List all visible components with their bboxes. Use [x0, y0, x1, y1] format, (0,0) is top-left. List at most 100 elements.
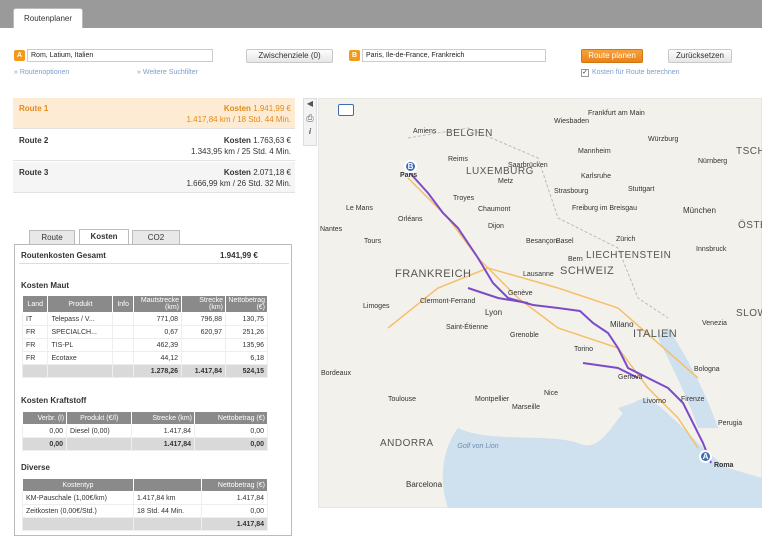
- total-costs-value: 1.941,99 €: [220, 251, 258, 260]
- route-map[interactable]: BELGIEN LUXEMBURG FRANKREICH SCHWEIZ LIE…: [318, 98, 762, 508]
- cell: 1.417,84: [201, 517, 268, 531]
- table-row: FR Ecotaxe 44,12 6,18: [21, 351, 268, 365]
- city-label: Bern: [568, 256, 583, 263]
- costs-checkbox[interactable]: ✓: [581, 69, 589, 77]
- cell: FR: [21, 338, 49, 352]
- table-row: KM-Pauschale (1,00€/km) 1.417,84 km 1.417,…: [22, 491, 268, 505]
- cell: [181, 338, 226, 352]
- fuel-title: Kosten Kraftstoff: [21, 396, 87, 405]
- country-label: ANDORRA: [380, 438, 434, 449]
- end-input[interactable]: Paris, Ile-de-France, Frankreich: [362, 49, 546, 62]
- city-label: Nantes: [320, 226, 343, 233]
- cell: 1.417,84: [181, 364, 226, 378]
- table-row: Zeitkosten (0,00€/Std.) 18 Std. 44 Min. 0,…: [22, 504, 268, 518]
- cell: FR: [21, 325, 49, 339]
- info-icon[interactable]: i: [304, 127, 316, 141]
- cell: 0,00: [21, 424, 68, 438]
- cell: Diesel (0,00): [66, 424, 133, 438]
- start-marker-icon[interactable]: A: [699, 450, 712, 463]
- city-label: Genève: [508, 290, 533, 297]
- city-label: Lyon: [485, 308, 503, 317]
- tab-routenplaner[interactable]: Routenplaner: [13, 8, 83, 28]
- toll-table: Land Produkt Info Mautstrecke (km) Strec…: [21, 295, 268, 378]
- city-label: Montpellier: [475, 396, 510, 403]
- city-label: Torino: [574, 346, 594, 353]
- city-label: Saarbrücken: [508, 162, 548, 169]
- city-label: Roma: [714, 462, 734, 469]
- city-label: Zürich: [616, 236, 636, 243]
- city-label: Grenoble: [510, 332, 539, 339]
- cell: 0,00: [201, 504, 268, 518]
- city-label: Limoges: [363, 303, 390, 310]
- sea-label: Golf von Lion: [457, 443, 499, 450]
- sum-row: 1.417,84: [22, 517, 268, 531]
- country-label: SLOW: [736, 308, 762, 319]
- cell: [22, 517, 134, 531]
- city-label: Bologna: [694, 366, 720, 373]
- col-header: Verbr. (l): [21, 411, 68, 425]
- end-marker-icon[interactable]: B: [404, 160, 417, 173]
- cell: 1.417,84: [201, 491, 268, 505]
- cell: 0,00: [21, 437, 68, 451]
- cell: 524,15: [225, 364, 268, 378]
- city-label: Metz: [498, 178, 514, 185]
- cell: 796,88: [181, 312, 226, 326]
- cell: [21, 364, 49, 378]
- cell: [181, 351, 226, 365]
- city-label: Genova: [618, 374, 643, 381]
- more-filters-link[interactable]: » Weitere Suchfilter: [137, 69, 198, 76]
- route-item-1[interactable]: Route 1 Kosten 1.941,99 € 1.417,84 km / …: [13, 98, 295, 129]
- cell: [132, 517, 203, 531]
- city-label: Troyes: [453, 195, 475, 202]
- city-label: Stuttgart: [628, 186, 655, 193]
- misc-title: Diverse: [21, 463, 50, 472]
- cell: SPECIALCH...: [47, 325, 114, 339]
- tab-co2[interactable]: CO2: [132, 230, 180, 244]
- route-cost: Kosten 1.763,63 €: [223, 136, 291, 145]
- cell: KM-Pauschale (1,00€/km): [22, 491, 134, 505]
- cell: [112, 364, 134, 378]
- reset-button[interactable]: Zurücksetzen: [668, 49, 732, 63]
- app-header: Routenplaner: [0, 0, 762, 28]
- tab-kosten[interactable]: Kosten: [79, 229, 129, 244]
- highway: [387, 267, 699, 379]
- route-detail: 1.417,84 km / 18 Std. 44 Min.: [186, 115, 291, 124]
- route-options-link[interactable]: » Routenoptionen: [14, 69, 69, 76]
- sum-row: 0,00 1.417,84 0,00: [21, 437, 268, 451]
- city-label: Wiesbaden: [554, 118, 590, 125]
- city-label: Marseille: [512, 404, 541, 411]
- route-cost: Kosten 1.941,99 €: [223, 104, 291, 113]
- costs-checkbox-label[interactable]: Kosten für Route berechnen: [592, 69, 680, 76]
- start-input[interactable]: Rom, Latium, Italien: [27, 49, 213, 62]
- via-points-button[interactable]: Zwischenziele (0): [246, 49, 333, 63]
- col-header: Nettobetrag (€): [194, 411, 268, 425]
- route-item-2[interactable]: Route 2 Kosten 1.763,63 € 1.343,95 km / …: [13, 130, 295, 161]
- city-label: Karlsruhe: [581, 173, 611, 180]
- city-label: Livorno: [643, 398, 666, 405]
- country-label: ÖSTE: [738, 220, 762, 231]
- plan-route-button[interactable]: Route planen: [581, 49, 643, 63]
- route-detail: 1.666,99 km / 26 Std. 32 Min.: [186, 179, 291, 188]
- collapse-arrow-icon[interactable]: ◀: [304, 99, 316, 113]
- tab-route[interactable]: Route: [29, 230, 75, 244]
- cell: TIS-PL: [47, 338, 114, 352]
- country-label: TSCHE: [736, 146, 762, 157]
- print-icon[interactable]: ⎙: [304, 113, 316, 127]
- route-item-3[interactable]: Route 3 Kosten 2.071,18 € 1.666,99 km / …: [13, 162, 295, 193]
- total-costs-label: Routenkosten Gesamt: [21, 251, 106, 260]
- cell: 0,00: [194, 437, 268, 451]
- cell: [112, 325, 134, 339]
- cell: Ecotaxe: [47, 351, 114, 365]
- cell: [112, 338, 134, 352]
- cell: 771,08: [133, 312, 182, 326]
- city-label: Nürnberg: [698, 158, 728, 165]
- table-row: IT Telepass / V... 771,08 796,88 130,75: [21, 312, 268, 326]
- cell: 462,39: [133, 338, 182, 352]
- cell: 1.417,84: [131, 424, 195, 438]
- city-label: Strasbourg: [554, 188, 589, 195]
- sea-area: [442, 398, 668, 508]
- cell: Telepass / V...: [47, 312, 114, 326]
- city-label: Toulouse: [388, 396, 417, 403]
- col-header: Strecke (km): [131, 411, 195, 425]
- end-badge: B: [349, 50, 360, 61]
